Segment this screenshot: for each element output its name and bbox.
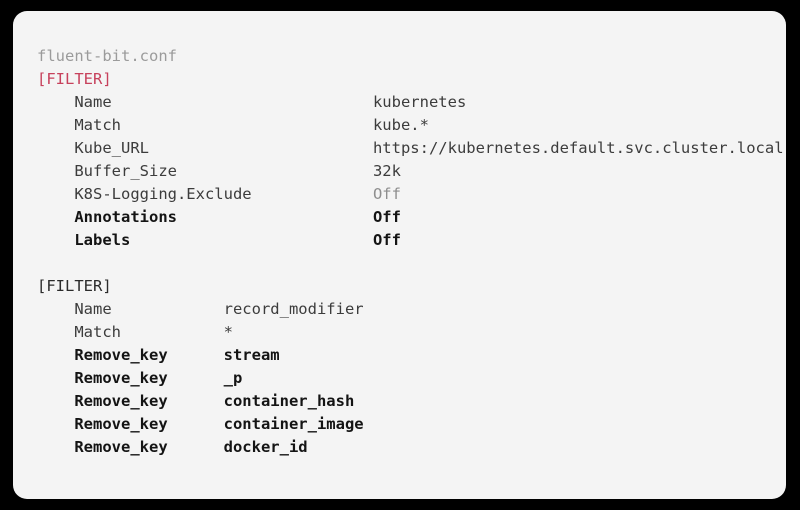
config-row: Annotations Off bbox=[37, 206, 776, 229]
config-value-1-5: container_image bbox=[223, 415, 364, 433]
config-value-0-5: Off bbox=[372, 208, 401, 226]
config-value-0-4: Off bbox=[372, 185, 401, 203]
config-row: Match * bbox=[37, 321, 776, 344]
config-value-1-1: * bbox=[223, 323, 233, 341]
config-filename: fluent-bit.conf bbox=[37, 47, 177, 65]
config-row: Remove_key container_image bbox=[37, 413, 776, 436]
config-value-0-3: 32k bbox=[372, 162, 401, 180]
row-indent bbox=[37, 413, 74, 436]
config-key-1-1: Match bbox=[74, 323, 224, 341]
config-key-0-6: Labels bbox=[74, 231, 373, 249]
row-indent bbox=[37, 206, 74, 229]
config-key-1-2: Remove_key bbox=[74, 346, 224, 364]
config-key-1-6: Remove_key bbox=[74, 438, 224, 456]
config-key-0-3: Buffer_Size bbox=[74, 162, 373, 180]
config-value-1-3: _p bbox=[223, 369, 243, 387]
config-row: Name kubernetes bbox=[37, 91, 776, 114]
config-value-1-6: docker_id bbox=[223, 438, 308, 456]
config-row: K8S-Logging.Exclude Off bbox=[37, 183, 776, 206]
row-indent bbox=[37, 114, 74, 137]
config-key-1-4: Remove_key bbox=[74, 392, 224, 410]
row-indent bbox=[37, 321, 74, 344]
config-key-1-0: Name bbox=[74, 300, 224, 318]
row-indent bbox=[37, 137, 74, 160]
row-indent bbox=[37, 367, 74, 390]
row-indent bbox=[37, 390, 74, 413]
config-row: Remove_key stream bbox=[37, 344, 776, 367]
config-code-block: fluent-bit.conf [FILTER] Name kubernetes … bbox=[37, 45, 786, 493]
config-value-0-6: Off bbox=[372, 231, 401, 249]
config-key-0-1: Match bbox=[74, 116, 373, 134]
config-value-1-4: container_hash bbox=[223, 392, 355, 410]
row-indent bbox=[37, 229, 74, 252]
screenshot-root: fluent-bit.conf [FILTER] Name kubernetes … bbox=[0, 0, 800, 510]
config-row: Remove_key container_hash bbox=[37, 390, 776, 413]
config-row: Name record_modifier bbox=[37, 298, 776, 321]
config-value-1-2: stream bbox=[223, 346, 280, 364]
section-header-line: [FILTER] bbox=[37, 68, 776, 91]
config-row: Kube_URL https://kubernetes.default.svc.… bbox=[37, 137, 786, 160]
section-header-line: [FILTER] bbox=[37, 275, 776, 298]
row-indent bbox=[37, 91, 74, 114]
config-value-0-0: kubernetes bbox=[372, 93, 467, 111]
config-row: Labels Off bbox=[37, 229, 776, 252]
config-row: Buffer_Size 32k bbox=[37, 160, 776, 183]
code-card: fluent-bit.conf [FILTER] Name kubernetes … bbox=[13, 11, 786, 499]
filename-line: fluent-bit.conf bbox=[37, 45, 776, 68]
row-indent bbox=[37, 436, 74, 459]
config-key-0-2: Kube_URL bbox=[74, 139, 373, 157]
row-indent bbox=[37, 160, 74, 183]
config-value-1-0: record_modifier bbox=[223, 300, 364, 318]
config-key-0-4: K8S-Logging.Exclude bbox=[74, 185, 373, 203]
section-header-1: [FILTER] bbox=[37, 277, 112, 295]
config-key-1-5: Remove_key bbox=[74, 415, 224, 433]
row-indent bbox=[37, 344, 74, 367]
config-row: Remove_key _p bbox=[37, 367, 776, 390]
row-indent bbox=[37, 183, 74, 206]
config-row: Remove_key docker_id bbox=[37, 436, 776, 459]
config-key-0-5: Annotations bbox=[74, 208, 373, 226]
row-indent bbox=[37, 298, 74, 321]
config-key-1-3: Remove_key bbox=[74, 369, 224, 387]
config-key-0-0: Name bbox=[74, 93, 373, 111]
section-header-0: [FILTER] bbox=[37, 70, 112, 88]
config-row: Match kube.* bbox=[37, 114, 776, 137]
config-value-0-1: kube.* bbox=[372, 116, 429, 134]
config-value-0-2: https://kubernetes.default.svc.cluster.l… bbox=[372, 139, 786, 157]
